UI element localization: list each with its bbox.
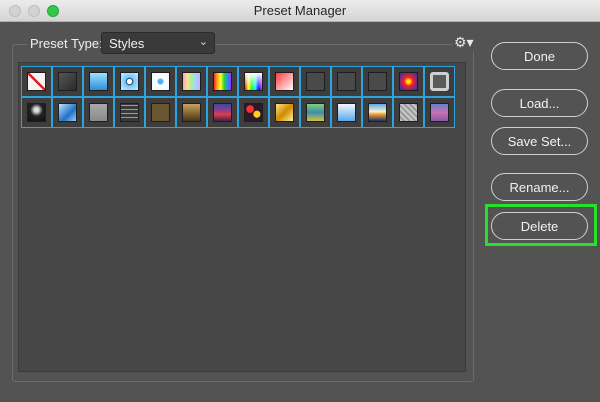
delete-highlight-box: [485, 204, 597, 246]
preset-tile[interactable]: [393, 66, 424, 97]
preset-tile[interactable]: [300, 66, 331, 97]
preset-tile[interactable]: [52, 97, 83, 128]
style-swatch: [244, 103, 263, 122]
preset-tile[interactable]: [269, 66, 300, 97]
preset-tile[interactable]: [424, 97, 455, 128]
preset-tile[interactable]: [83, 66, 114, 97]
preset-list[interactable]: [18, 62, 466, 372]
style-swatch: [399, 103, 418, 122]
style-swatch: [244, 72, 263, 91]
style-swatch: [337, 103, 356, 122]
preset-tile[interactable]: [238, 66, 269, 97]
style-swatch: [368, 72, 387, 91]
preset-tile[interactable]: [145, 66, 176, 97]
style-swatch: [306, 72, 325, 91]
window-title: Preset Manager: [253, 3, 347, 18]
preset-tile[interactable]: [145, 97, 176, 128]
style-swatch: [58, 72, 77, 91]
preset-type-label: Preset Type:: [27, 36, 106, 51]
style-swatch: [430, 103, 449, 122]
preset-tile[interactable]: [362, 97, 393, 128]
style-swatch: [89, 103, 108, 122]
preset-tile[interactable]: [393, 97, 424, 128]
style-swatch: [368, 103, 387, 122]
style-swatch: [275, 103, 294, 122]
style-swatch: [120, 103, 139, 122]
preset-tile[interactable]: [331, 66, 362, 97]
style-swatch: [213, 72, 232, 91]
preset-type-select[interactable]: Styles ⌄: [101, 32, 215, 54]
preset-tile[interactable]: [21, 97, 52, 128]
preset-tile[interactable]: [300, 97, 331, 128]
preset-tile[interactable]: [331, 97, 362, 128]
chevron-down-icon: ⌄: [198, 36, 208, 48]
preset-tile[interactable]: [207, 97, 238, 128]
style-swatch: [430, 72, 449, 91]
done-button[interactable]: Done: [491, 42, 588, 70]
style-swatch: [182, 103, 201, 122]
save-set-button[interactable]: Save Set...: [491, 127, 588, 155]
style-swatch: [399, 72, 418, 91]
preset-tile[interactable]: [269, 97, 300, 128]
preset-tile[interactable]: [176, 66, 207, 97]
style-swatch: [151, 72, 170, 91]
preset-tile[interactable]: [207, 66, 238, 97]
style-swatch: [27, 103, 46, 122]
style-swatch: [306, 103, 325, 122]
preset-row: [21, 66, 455, 97]
style-swatch: [89, 72, 108, 91]
style-swatch: [213, 103, 232, 122]
style-swatch: [151, 103, 170, 122]
gear-icon[interactable]: ⚙▾: [452, 34, 476, 51]
preset-tile[interactable]: [114, 97, 145, 128]
rename-button[interactable]: Rename...: [491, 173, 588, 201]
preset-tile[interactable]: [114, 66, 145, 97]
style-swatch: [337, 72, 356, 91]
style-swatch: [182, 72, 201, 91]
title-bar: Preset Manager: [0, 0, 600, 22]
preset-tile[interactable]: [362, 66, 393, 97]
preset-tile[interactable]: [424, 66, 455, 97]
preset-type-value: Styles: [109, 36, 145, 51]
style-swatch: [27, 72, 46, 91]
preset-tile[interactable]: [238, 97, 269, 128]
load-button[interactable]: Load...: [491, 89, 588, 117]
preset-tile[interactable]: [52, 66, 83, 97]
preset-tile[interactable]: [21, 66, 52, 97]
preset-row: [21, 97, 455, 128]
style-swatch: [275, 72, 294, 91]
style-swatch: [120, 72, 139, 91]
preset-tile[interactable]: [83, 97, 114, 128]
style-swatch: [58, 103, 77, 122]
preset-tile[interactable]: [176, 97, 207, 128]
